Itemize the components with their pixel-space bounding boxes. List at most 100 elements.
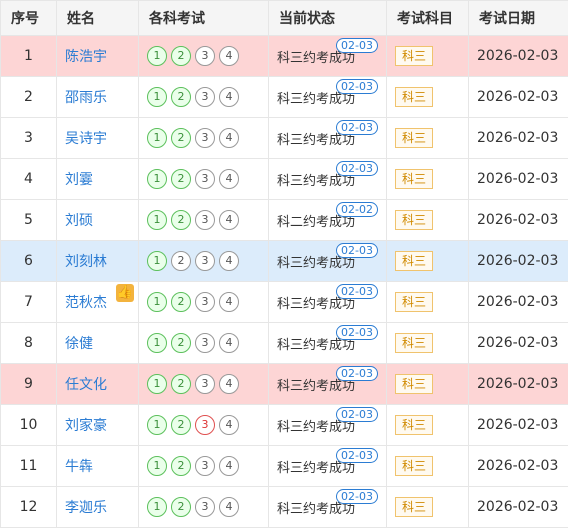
student-name-cell[interactable]: 刘硕 xyxy=(56,199,139,241)
status-cell: 科三约考成功 02-03 xyxy=(268,404,387,446)
subject-cell: 科三 xyxy=(386,76,469,118)
student-name-link[interactable]: 任文化 xyxy=(65,377,107,393)
exam-circle: 3 xyxy=(195,169,215,189)
exam-circle: 1 xyxy=(147,169,167,189)
table-row[interactable]: 3 吴诗宇 1234 科三约考成功 02-03 科三 2026-02-03 xyxy=(0,117,568,159)
status-cell: 科三约考成功 02-03 xyxy=(268,363,387,405)
student-name-link[interactable]: 刘霎 xyxy=(65,172,93,188)
exam-date-cell: 2026-02-03 xyxy=(468,281,568,323)
subject-cell: 科三 xyxy=(386,199,469,241)
exam-circle: 3 xyxy=(195,333,215,353)
status-cell: 科三约考成功 02-03 xyxy=(268,281,387,323)
exam-circle: 4 xyxy=(219,415,239,435)
student-name-link[interactable]: 牛犇 xyxy=(65,459,93,475)
exam-circle: 4 xyxy=(219,128,239,148)
exam-circle: 4 xyxy=(219,251,239,271)
subject-cell: 科三 xyxy=(386,404,469,446)
student-name-cell[interactable]: 吴诗宇 xyxy=(56,117,139,159)
exam-circle: 2 xyxy=(171,169,191,189)
student-name-cell[interactable]: 刘家豪 xyxy=(56,404,139,446)
table-row[interactable]: 2 邵雨乐 1234 科三约考成功 02-03 科三 2026-02-03 xyxy=(0,76,568,118)
student-name-link[interactable]: 吴诗宇 xyxy=(65,131,107,147)
student-name-link[interactable]: 陈浩宇 xyxy=(65,49,107,65)
date-tag: 02-03 xyxy=(336,161,378,176)
subject-cell: 科三 xyxy=(386,322,469,364)
exam-circle: 4 xyxy=(219,374,239,394)
exam-circle: 4 xyxy=(219,169,239,189)
exam-circle: 2 xyxy=(171,128,191,148)
status-cell: 科三约考成功 02-03 xyxy=(268,76,387,118)
date-tag: 02-03 xyxy=(336,407,378,422)
student-name-cell[interactable]: 刘霎 xyxy=(56,158,139,200)
table-row[interactable]: 10 刘家豪 1234 科三约考成功 02-03 科三 2026-02-03 xyxy=(0,404,568,446)
subject-tag: 科三 xyxy=(395,169,434,189)
subject-cell: 科三 xyxy=(386,281,469,323)
table-row[interactable]: 7 范秋杰 👍 1234 科三约考成功 02-03 科三 2026-02-03 xyxy=(0,281,568,323)
exam-circle: 2 xyxy=(171,333,191,353)
subject-cell: 科三 xyxy=(386,35,469,77)
table-row[interactable]: 12 李迦乐 1234 科三约考成功 02-03 科三 2026-02-03 xyxy=(0,486,568,528)
thumbs-up-icon: 👍 xyxy=(116,284,134,302)
exam-circle: 1 xyxy=(147,497,167,517)
student-name-cell[interactable]: 范秋杰 👍 xyxy=(56,281,139,323)
table-header-row: 序号 姓名 各科考试 当前状态 考试科目 考试日期 xyxy=(0,0,568,36)
exam-circle: 4 xyxy=(219,292,239,312)
table-row[interactable]: 9 任文化 1234 科三约考成功 02-03 科三 2026-02-03 xyxy=(0,363,568,405)
exam-circle: 3 xyxy=(195,210,215,230)
exam-progress-cell: 1234 xyxy=(138,158,269,200)
exam-circle: 1 xyxy=(147,333,167,353)
student-table: 序号 姓名 各科考试 当前状态 考试科目 考试日期 1 陈浩宇 1234 科三约… xyxy=(0,0,568,528)
date-tag: 02-03 xyxy=(336,489,378,504)
table-row[interactable]: 1 陈浩宇 1234 科三约考成功 02-03 科三 2026-02-03 xyxy=(0,35,568,77)
row-number: 11 xyxy=(0,445,57,487)
exam-circle: 1 xyxy=(147,46,167,66)
table-row[interactable]: 5 刘硕 1234 科二约考成功 02-02 科三 2026-02-03 xyxy=(0,199,568,241)
student-name-cell[interactable]: 徐健 xyxy=(56,322,139,364)
exam-circle: 2 xyxy=(171,374,191,394)
row-number: 12 xyxy=(0,486,57,528)
student-name-cell[interactable]: 李迦乐 xyxy=(56,486,139,528)
student-name-link[interactable]: 邵雨乐 xyxy=(65,90,107,106)
date-tag: 02-03 xyxy=(336,448,378,463)
table-row[interactable]: 8 徐健 1234 科三约考成功 02-03 科三 2026-02-03 xyxy=(0,322,568,364)
exam-date-cell: 2026-02-03 xyxy=(468,486,568,528)
exam-progress-cell: 1234 xyxy=(138,199,269,241)
exam-circle: 2 xyxy=(171,87,191,107)
student-name-cell[interactable]: 陈浩宇 xyxy=(56,35,139,77)
student-name-link[interactable]: 刘家豪 xyxy=(65,418,107,434)
table-row[interactable]: 4 刘霎 1234 科三约考成功 02-03 科三 2026-02-03 xyxy=(0,158,568,200)
subject-cell: 科三 xyxy=(386,445,469,487)
subject-tag: 科三 xyxy=(395,456,434,476)
student-name-cell[interactable]: 刘刻林 xyxy=(56,240,139,282)
student-name-link[interactable]: 徐健 xyxy=(65,336,93,352)
row-number: 3 xyxy=(0,117,57,159)
header-no: 序号 xyxy=(0,0,57,36)
exam-circle: 2 xyxy=(171,456,191,476)
exam-progress-cell: 1234 xyxy=(138,281,269,323)
student-name-link[interactable]: 刘刻林 xyxy=(65,254,107,270)
date-tag: 02-03 xyxy=(336,243,378,258)
student-name-link[interactable]: 范秋杰 xyxy=(65,295,107,311)
exam-date-cell: 2026-02-03 xyxy=(468,35,568,77)
exam-progress-cell: 1234 xyxy=(138,363,269,405)
exam-date-cell: 2026-02-03 xyxy=(468,363,568,405)
student-name-link[interactable]: 刘硕 xyxy=(65,213,93,229)
exam-circle: 4 xyxy=(219,497,239,517)
table-row[interactable]: 6 刘刻林 1234 科三约考成功 02-03 科三 2026-02-03 xyxy=(0,240,568,282)
exam-date-cell: 2026-02-03 xyxy=(468,158,568,200)
student-name-cell[interactable]: 任文化 xyxy=(56,363,139,405)
exam-progress-cell: 1234 xyxy=(138,76,269,118)
table-row[interactable]: 11 牛犇 1234 科三约考成功 02-03 科三 2026-02-03 xyxy=(0,445,568,487)
student-name-link[interactable]: 李迦乐 xyxy=(65,500,107,516)
row-number: 8 xyxy=(0,322,57,364)
row-number: 6 xyxy=(0,240,57,282)
exam-date-cell: 2026-02-03 xyxy=(468,322,568,364)
date-tag: 02-03 xyxy=(336,366,378,381)
exam-circle: 1 xyxy=(147,251,167,271)
student-name-cell[interactable]: 牛犇 xyxy=(56,445,139,487)
header-date: 考试日期 xyxy=(468,0,568,36)
exam-circle: 1 xyxy=(147,210,167,230)
subject-tag: 科三 xyxy=(395,210,434,230)
student-name-cell[interactable]: 邵雨乐 xyxy=(56,76,139,118)
subject-tag: 科三 xyxy=(395,374,434,394)
